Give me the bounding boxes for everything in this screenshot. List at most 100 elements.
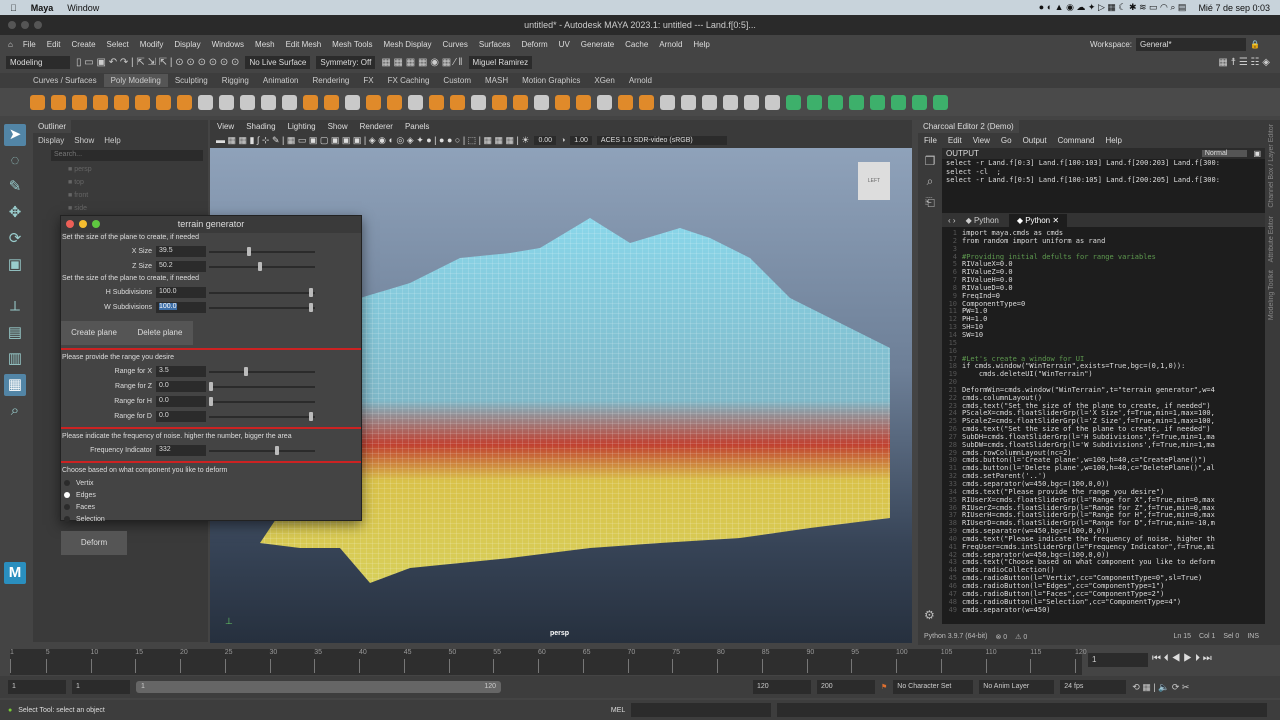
viewport-menu-view[interactable]: View: [217, 122, 234, 131]
layout-icon-3[interactable]: ▦: [4, 374, 26, 396]
menu-deform[interactable]: Deform: [521, 40, 547, 49]
menu-uv[interactable]: UV: [559, 40, 570, 49]
shelf-tab-animation[interactable]: Animation: [256, 74, 306, 87]
menu-mesh-tools[interactable]: Mesh Tools: [332, 40, 372, 49]
viewport-menu-lighting[interactable]: Lighting: [288, 122, 316, 131]
layout-icon[interactable]: ▤: [4, 322, 26, 344]
menu-mesh-display[interactable]: Mesh Display: [384, 40, 432, 49]
radio-selection[interactable]: Selection: [61, 513, 361, 525]
shelf-tool-icon[interactable]: [30, 94, 45, 110]
shelf-tool-icon[interactable]: [492, 94, 507, 110]
create-plane-button[interactable]: Create plane: [61, 321, 127, 345]
shelf-tool-icon[interactable]: [744, 94, 759, 110]
menu-cache[interactable]: Cache: [625, 40, 648, 49]
slider-value-field[interactable]: 3.5: [156, 366, 206, 377]
window-controls[interactable]: [8, 21, 42, 29]
slider-thumb[interactable]: [309, 412, 313, 421]
panel-toggle-icons[interactable]: ▦ ☨ ☰ ☷ ◈: [1218, 57, 1280, 68]
anim-start-field[interactable]: 1: [72, 680, 130, 694]
bookmark-icon[interactable]: ⎗: [918, 195, 942, 210]
layout-icon-2[interactable]: ▥: [4, 348, 26, 370]
shelf-tool-icon[interactable]: [366, 94, 381, 110]
shelf-tool-icon[interactable]: [912, 94, 927, 110]
shelf-tool-icon[interactable]: [828, 94, 843, 110]
shelf-tab-curves-surfaces[interactable]: Curves / Surfaces: [26, 74, 104, 87]
rotate-tool-icon[interactable]: ⟳: [4, 228, 26, 250]
menu-curves[interactable]: Curves: [443, 40, 468, 49]
app-menu[interactable]: Maya: [31, 3, 54, 13]
slider-track[interactable]: [209, 366, 315, 377]
shelf-tab-poly-modeling[interactable]: Poly Modeling: [103, 74, 168, 87]
radio-circle[interactable]: [64, 504, 70, 510]
shelf-tab-xgen[interactable]: XGen: [587, 74, 621, 87]
shelf-tool-icon[interactable]: [618, 94, 633, 110]
slider-thumb[interactable]: [275, 446, 279, 455]
shelf-tool-icon[interactable]: [555, 94, 570, 110]
anim-end-field[interactable]: 200: [817, 680, 875, 694]
radio-edges[interactable]: Edges: [61, 489, 361, 501]
outliner-item-persp[interactable]: ■ persp: [33, 163, 208, 176]
keys-icon[interactable]: ⚑: [881, 683, 887, 691]
shelf-tool-icon[interactable]: [156, 94, 171, 110]
scale-tool-icon[interactable]: ▣: [4, 254, 26, 276]
shelf-tool-icon[interactable]: [72, 94, 87, 110]
menu-help[interactable]: Help: [693, 40, 709, 49]
slider-track[interactable]: [209, 396, 315, 407]
outliner-menu-help[interactable]: Help: [104, 136, 120, 145]
shelf-tab-arnold[interactable]: Arnold: [622, 74, 659, 87]
lasso-tool-icon[interactable]: ◌: [4, 150, 26, 172]
charcoal-tab[interactable]: Charcoal Editor 2 (Demo): [918, 120, 1019, 133]
current-frame-field[interactable]: 1: [1088, 653, 1148, 667]
shelf-tool-icon[interactable]: [807, 94, 822, 110]
menu-arnold[interactable]: Arnold: [659, 40, 682, 49]
outliner-menu-display[interactable]: Display: [38, 136, 64, 145]
charcoal-menu-go[interactable]: Go: [1001, 136, 1012, 145]
menu-surfaces[interactable]: Surfaces: [479, 40, 511, 49]
character-set-select[interactable]: No Character Set: [893, 680, 974, 694]
shelf-tool-icon[interactable]: [513, 94, 528, 110]
viewport-menu-panels[interactable]: Panels: [405, 122, 429, 131]
shelf-tab-motion-graphics[interactable]: Motion Graphics: [515, 74, 587, 87]
slider-value-field[interactable]: 100.0: [156, 302, 206, 313]
slider-thumb[interactable]: [209, 382, 213, 391]
menu-windows[interactable]: Windows: [212, 40, 244, 49]
shelf-tab-fx-caching[interactable]: FX Caching: [381, 74, 437, 87]
mel-label[interactable]: MEL: [611, 707, 625, 714]
files-icon[interactable]: ❐: [918, 154, 942, 168]
settings-icon[interactable]: ⚙: [924, 608, 935, 622]
shelf-tool-icon[interactable]: [576, 94, 591, 110]
outliner-search[interactable]: Search...: [51, 150, 203, 161]
charcoal-menu-file[interactable]: File: [924, 136, 937, 145]
charcoal-menu-help[interactable]: Help: [1105, 136, 1121, 145]
shelf-tool-icon[interactable]: [870, 94, 885, 110]
slider-track[interactable]: [209, 246, 315, 257]
mode-select[interactable]: Modeling: [6, 55, 70, 69]
radio-circle[interactable]: [64, 480, 70, 486]
file-icons[interactable]: ▯ ▭ ▣ ↶ ↷ | ⇱ ⇲ ⇱ | ⊙ ⊙ ⊙ ⊙ ⊙ ⊙: [76, 57, 239, 68]
slider-thumb[interactable]: [309, 288, 313, 297]
charcoal-menu-output[interactable]: Output: [1023, 136, 1047, 145]
shelf-tool-icon[interactable]: [933, 94, 948, 110]
shelf-tool-icon[interactable]: [324, 94, 339, 110]
view-cube[interactable]: LEFT: [858, 162, 890, 200]
shelf-tab-fx[interactable]: FX: [356, 74, 380, 87]
slider-track[interactable]: [209, 261, 315, 272]
window-menu[interactable]: Window: [67, 3, 99, 13]
shelf-tool-icon[interactable]: [282, 94, 297, 110]
slider-track[interactable]: [209, 381, 315, 392]
shelf-tool-icon[interactable]: [303, 94, 318, 110]
live-surface[interactable]: No Live Surface: [245, 55, 311, 69]
shelf-tool-icon[interactable]: [93, 94, 108, 110]
playback-option-icons[interactable]: ⟲ ▦ | 🔈 ⟳ ✂: [1132, 682, 1189, 693]
user-menu[interactable]: Miguel Ramirez: [468, 55, 533, 69]
shelf-tool-icon[interactable]: [219, 94, 234, 110]
slider-thumb[interactable]: [247, 247, 251, 256]
shelf-tool-icon[interactable]: [408, 94, 423, 110]
range-slider[interactable]: 1 120: [136, 681, 501, 693]
slider-value-field[interactable]: 0.0: [156, 396, 206, 407]
radio-circle[interactable]: [64, 492, 70, 498]
radio-faces[interactable]: Faces: [61, 501, 361, 513]
slider-thumb[interactable]: [258, 262, 262, 271]
search-icon[interactable]: ⌕: [4, 400, 26, 422]
exposure-field[interactable]: 0.00: [534, 136, 557, 145]
